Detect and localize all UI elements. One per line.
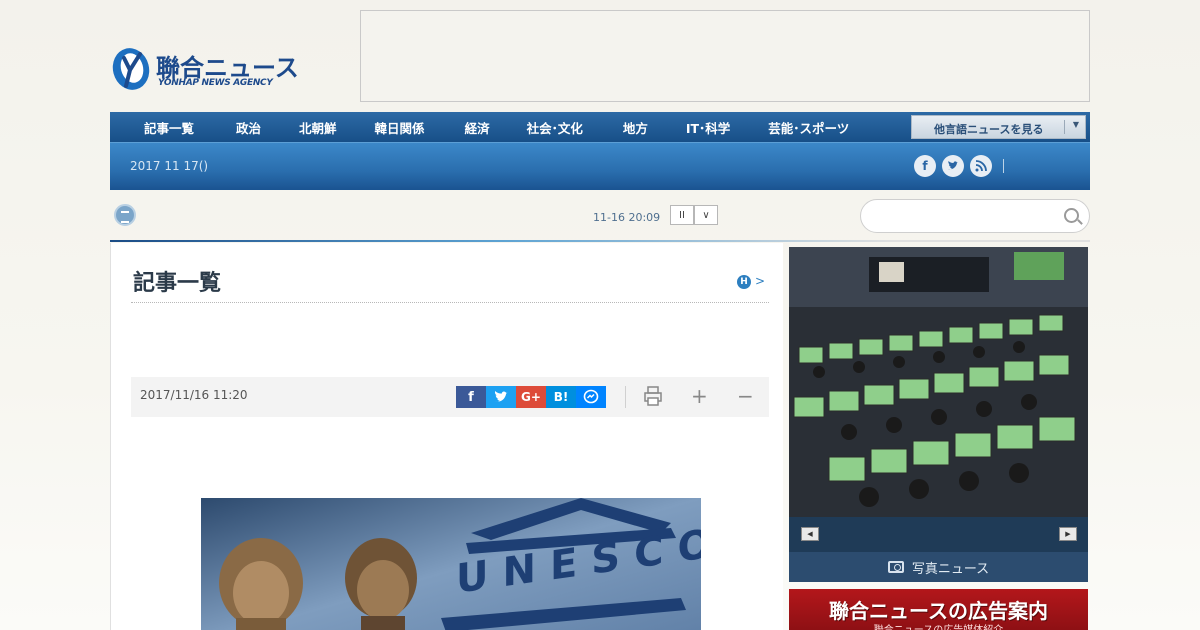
share-twitter-button[interactable]: [486, 386, 516, 408]
yonhap-logo-icon: [112, 48, 150, 90]
nav-item-7[interactable]: IT･科学: [686, 118, 730, 137]
main-nav: 記事一覧 政治 北朝鮮 韓日関係 経済 社会･文化 地方 IT･科学 芸能･スポーツ 他言語ニュ…: [110, 112, 1090, 142]
photo-news-label: 写真ニュース: [911, 561, 990, 577]
nav-item-5[interactable]: 社会･文化: [527, 118, 583, 137]
facebook-icon[interactable]: f: [914, 155, 936, 177]
share-google-button[interactable]: G+: [516, 386, 546, 408]
photo-next-button[interactable]: ▶: [1059, 527, 1077, 541]
social-links: f: [914, 155, 998, 177]
date-bar: 2017 11 17() f: [110, 142, 1090, 190]
article-date: 2017/11/16 11:20: [140, 388, 248, 402]
h-badge-arrow[interactable]: >: [755, 274, 765, 288]
page-title: 記事一覧: [133, 271, 222, 296]
photo-news-link[interactable]: 写真ニュース: [789, 552, 1088, 582]
twitter-icon[interactable]: [942, 155, 964, 177]
social-divider: [1003, 159, 1004, 173]
share-buttons: f G+ B!: [456, 386, 606, 408]
ticker-controls: II ∨: [670, 205, 718, 225]
header-divider: [110, 240, 1090, 242]
article-meta-bar: 2017/11/16 11:20 f G+ B! + −: [131, 377, 769, 417]
font-increase-button[interactable]: +: [691, 384, 708, 408]
list-icon[interactable]: [114, 204, 136, 226]
photo-slider-controls: ◀ ▶: [789, 517, 1088, 552]
ticker-expand-button[interactable]: ∨: [694, 205, 718, 225]
nav-item-1[interactable]: 政治: [236, 118, 261, 137]
featured-photo[interactable]: [789, 247, 1088, 517]
camera-icon: [887, 561, 904, 573]
nav-item-6[interactable]: 地方: [623, 118, 648, 137]
language-select-divider: [1064, 120, 1065, 134]
article-photo: UNESCO: [201, 498, 701, 630]
nav-item-4[interactable]: 経済: [465, 118, 490, 137]
ticker-pause-button[interactable]: II: [670, 205, 694, 225]
ad-info-banner[interactable]: 聯合ニュースの広告案内 聯合ニュースの広告媒体紹介: [789, 589, 1088, 630]
print-icon[interactable]: [643, 385, 663, 407]
share-hatena-button[interactable]: B!: [546, 386, 576, 408]
ad-banner-title: 聯合ニュースの広告案内: [829, 599, 1048, 623]
photo-prev-button[interactable]: ◀: [801, 527, 819, 541]
top-ad-banner[interactable]: [360, 10, 1090, 102]
nav-item-0[interactable]: 記事一覧: [144, 118, 194, 137]
nav-item-3[interactable]: 韓日関係: [375, 118, 425, 137]
language-select-label: 他言語ニュースを見る: [934, 123, 1044, 136]
rss-icon[interactable]: [970, 155, 992, 177]
nav-item-8[interactable]: 芸能･スポーツ: [768, 118, 849, 137]
ticker-time: 11-16 20:09: [593, 211, 661, 224]
share-facebook-button[interactable]: f: [456, 386, 486, 408]
search-input[interactable]: [860, 199, 1090, 233]
font-decrease-button[interactable]: −: [737, 384, 754, 408]
chevron-down-icon: ▼: [1072, 120, 1079, 129]
site-logo[interactable]: 聯合ニュース YONHAP NEWS AGENCY: [110, 46, 310, 96]
ad-banner-subtitle: 聯合ニュースの広告媒体紹介: [789, 621, 1088, 630]
search-icon[interactable]: [1064, 208, 1079, 223]
title-divider: [131, 302, 769, 303]
meta-divider: [625, 386, 626, 408]
logo-text-en: YONHAP NEWS AGENCY: [158, 78, 273, 88]
current-date: 2017 11 17(): [130, 159, 209, 173]
h-badge-icon[interactable]: H: [737, 275, 751, 289]
nav-items: 記事一覧 政治 北朝鮮 韓日関係 経済 社会･文化 地方 IT･科学 芸能･スポーツ: [110, 112, 849, 142]
article-panel: 記事一覧 H > 2017/11/16 11:20 f G+ B! + − UN…: [110, 243, 783, 630]
nav-item-2[interactable]: 北朝鮮: [299, 118, 337, 137]
share-messenger-button[interactable]: [576, 386, 606, 408]
language-select[interactable]: 他言語ニュースを見る ▼: [911, 115, 1086, 139]
